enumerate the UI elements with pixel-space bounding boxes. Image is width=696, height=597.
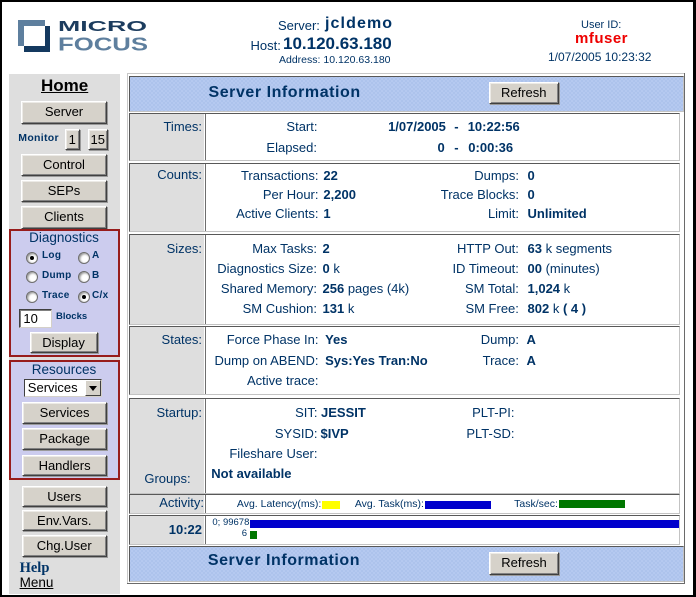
svg-text:MICRO: MICRO	[58, 18, 148, 35]
svg-text:FOCUS: FOCUS	[58, 35, 148, 55]
